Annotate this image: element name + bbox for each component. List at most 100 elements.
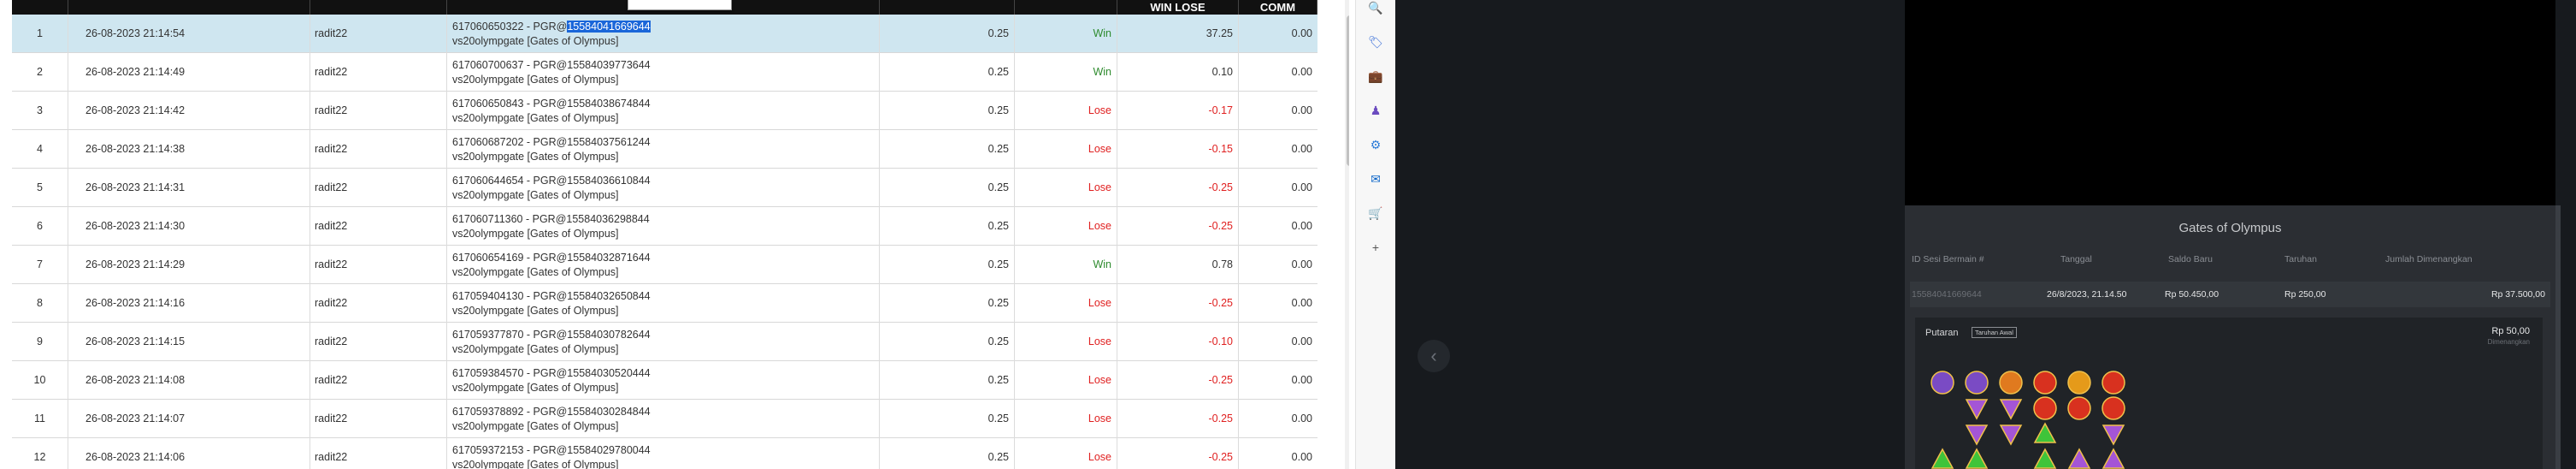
outlook-icon[interactable]: ✉ [1368,171,1383,187]
header-cell[interactable] [310,0,447,15]
game-transaction-id[interactable]: 617060650322 - PGR@15584041669644 [452,20,879,34]
row-username: radit22 [310,130,447,169]
row-game-info: 617060687202 - PGR@15584037561244 vs20oly… [447,130,880,169]
detail-scrollbar[interactable] [2555,205,2561,469]
table-row[interactable]: 12 26-08-2023 21:14:06 radit22 617059372153… [12,438,1317,469]
toolbox-icon[interactable]: 💼 [1368,68,1383,84]
row-date: 26-08-2023 21:14:07 [68,400,310,438]
game-transaction-id[interactable]: 617060700637 - PGR@15584039773644 [452,58,879,73]
game-name: vs20olympgate [Gates of Olympus] [452,74,619,86]
header-cell[interactable]: COMM [1239,0,1317,15]
slot-symbol [2033,396,2057,420]
back-arrow-button[interactable]: ‹ [1418,340,1450,372]
table-row[interactable]: 2 26-08-2023 21:14:49 radit22 617060700637 … [12,53,1317,92]
col-bet: Taruhan [2284,254,2317,264]
search-icon[interactable]: 🔍 [1368,0,1383,15]
game-transaction-id[interactable]: 617059404130 - PGR@15584032650844 [452,289,879,304]
transaction-id-text: 617060650322 - PGR@ [452,21,568,33]
transaction-id-text: 617060654169 - PGR@15584032871644 [452,252,651,264]
spin-panel: Putaran Taruhan Awal Rp 50,00 Dimenangka… [1915,318,2543,469]
game-transaction-id[interactable]: 617059372153 - PGR@15584029780044 [452,443,879,458]
slot-symbol [1931,371,1954,395]
row-username: radit22 [310,284,447,323]
col-won: Jumlah Dimenangkan [2385,254,2473,264]
row-commission: 0.00 [1291,66,1312,78]
game-transaction-id[interactable]: 617060654169 - PGR@15584032871644 [452,251,879,265]
game-transaction-id[interactable]: 617060650843 - PGR@15584038674844 [452,97,879,111]
table-row[interactable]: 3 26-08-2023 21:14:42 radit22 617060650843 … [12,92,1317,130]
slot-symbol [1965,448,1989,469]
slot-symbol [1999,399,2023,420]
row-username: radit22 [310,323,447,361]
row-number: 9 [12,323,68,361]
game-transaction-id[interactable]: 617060644654 - PGR@15584036610844 [452,174,879,188]
header-cell[interactable] [12,0,68,15]
row-commission: 0.00 [1291,104,1312,116]
slot-symbol [1965,399,1989,420]
header-cell[interactable]: WIN LOSE [1117,0,1239,15]
transaction-id-text: 617060700637 - PGR@15584039773644 [452,59,651,71]
table-row[interactable]: 1 26-08-2023 21:14:54 radit22 617060650322 … [12,15,1317,53]
slot-symbol [2067,448,2091,469]
game-transaction-id[interactable]: 617060687202 - PGR@15584037561244 [452,135,879,150]
table-row[interactable]: 11 26-08-2023 21:14:07 radit22 617059378892… [12,400,1317,438]
game-name: vs20olympgate [Gates of Olympus] [452,305,619,317]
row-date: 26-08-2023 21:14:30 [68,207,310,246]
slot-symbol [2067,396,2091,420]
table-row[interactable]: 8 26-08-2023 21:14:16 radit22 617059404130 … [12,284,1317,323]
row-number: 7 [12,246,68,284]
header-cell[interactable] [880,0,1015,15]
game-name: vs20olympgate [Gates of Olympus] [452,343,619,355]
row-result: Lose [1015,361,1117,400]
table-row[interactable]: 4 26-08-2023 21:14:38 radit22 617060687202 … [12,130,1317,169]
table-row[interactable]: 5 26-08-2023 21:14:31 radit22 617060644654 … [12,169,1317,207]
table-row[interactable]: 9 26-08-2023 21:14:15 radit22 617059377870 … [12,323,1317,361]
game-transaction-id[interactable]: 617059377870 - PGR@15584030782644 [452,328,879,342]
row-username: radit22 [310,207,447,246]
game-session-row[interactable]: 15584041669644 26/8/2023, 21.14.50 Rp 50… [1910,282,2550,307]
row-winlose: -0.25 [1117,284,1239,323]
game-transaction-id[interactable]: 617059378892 - PGR@15584030284844 [452,405,879,419]
slot-symbol [2101,396,2125,420]
row-username: radit22 [310,400,447,438]
session-date: 26/8/2023, 21.14.50 [2047,289,2127,300]
row-date: 26-08-2023 21:14:38 [68,130,310,169]
row-winlose: -0.15 [1117,130,1239,169]
tag-icon[interactable]: 🏷 [1368,34,1383,50]
row-bet: 0.25 [880,207,1015,246]
row-game-info: 617060654169 - PGR@15584032871644 vs20oly… [447,246,880,284]
chess-icon[interactable]: ♟ [1368,103,1383,118]
slot-symbol [2067,371,2091,395]
cart-icon[interactable]: 🛒 [1368,205,1383,221]
slot-symbol [2101,448,2125,469]
table-row[interactable]: 6 26-08-2023 21:14:30 radit22 617060711360 … [12,207,1317,246]
table-row[interactable]: 10 26-08-2023 21:14:08 radit22 617059384570… [12,361,1317,400]
row-username: radit22 [310,53,447,92]
game-transaction-id[interactable]: 617060711360 - PGR@15584036298844 [452,212,879,227]
row-commission: 0.00 [1291,27,1312,39]
table-row[interactable]: 7 26-08-2023 21:14:29 radit22 617060654169 … [12,246,1317,284]
settings-icon[interactable]: ⚙ [1368,137,1383,152]
browser-sidebar: 🔍 🏷 💼 ♟ ⚙ ✉ 🛒 + [1355,0,1396,469]
game-transaction-id[interactable]: 617059384570 - PGR@15584030520444 [452,366,879,381]
transaction-id-text: 617060711360 - PGR@15584036298844 [452,213,650,225]
row-number: 10 [12,361,68,400]
selected-text-highlight: 15584041669644 [567,21,651,33]
row-date: 26-08-2023 21:14:06 [68,438,310,469]
row-bet: 0.25 [880,53,1015,92]
context-popup[interactable] [628,0,732,10]
row-result: Win [1015,53,1117,92]
header-cell[interactable] [1015,0,1117,15]
transaction-id-text: 617059404130 - PGR@15584032650844 [452,290,651,302]
row-date: 26-08-2023 21:14:31 [68,169,310,207]
game-name: vs20olympgate [Gates of Olympus] [452,382,619,394]
header-cell[interactable] [68,0,310,15]
row-game-info: 617060650843 - PGR@15584038674844 vs20oly… [447,92,880,130]
row-username: radit22 [310,361,447,400]
row-number: 5 [12,169,68,207]
plus-icon[interactable]: + [1368,240,1383,255]
game-detail-panel: Gates of Olympus ID Sesi Bermain # Tangg… [1905,205,2555,469]
row-bet: 0.25 [880,284,1015,323]
row-date: 26-08-2023 21:14:49 [68,53,310,92]
vertical-scrollbar-thumb[interactable] [1347,15,1349,166]
